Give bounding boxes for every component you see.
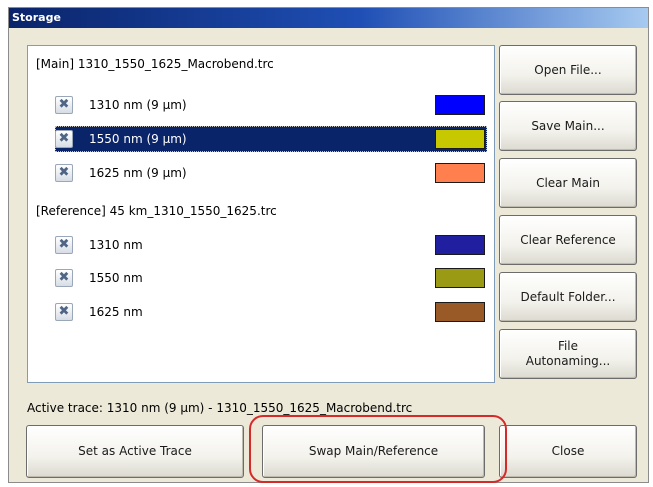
trace-color-swatch[interactable] xyxy=(435,129,485,149)
x-mark-icon[interactable]: ✖ xyxy=(55,130,73,148)
main-file-header: [Main] 1310_1550_1625_Macrobend.trc xyxy=(36,57,274,71)
reference-file-header: [Reference] 45 km_1310_1550_1625.trc xyxy=(36,204,277,218)
trace-color-swatch[interactable] xyxy=(435,95,485,115)
x-mark-icon[interactable]: ✖ xyxy=(55,164,73,182)
trace-label: 1550 nm (9 µm) xyxy=(89,132,187,146)
default-folder-button[interactable]: Default Folder... xyxy=(499,272,637,322)
main-trace-row[interactable]: ✖ 1550 nm (9 µm) xyxy=(55,126,487,152)
reference-trace-row[interactable]: ✖ 1550 nm xyxy=(55,265,487,291)
trace-list[interactable]: [Main] 1310_1550_1625_Macrobend.trc ✖ 13… xyxy=(27,45,495,383)
clear-reference-button[interactable]: Clear Reference xyxy=(499,215,637,265)
trace-label: 1625 nm xyxy=(89,305,143,319)
x-mark-icon[interactable]: ✖ xyxy=(55,269,73,287)
clear-main-button[interactable]: Clear Main xyxy=(499,158,637,208)
active-trace-status: Active trace: 1310 nm (9 µm) - 1310_1550… xyxy=(27,401,413,415)
trace-color-swatch[interactable] xyxy=(435,163,485,183)
trace-label: 1550 nm xyxy=(89,271,143,285)
file-autonaming-button[interactable]: File Autonaming... xyxy=(499,329,637,379)
trace-color-swatch[interactable] xyxy=(435,268,485,288)
close-button[interactable]: Close xyxy=(499,425,637,478)
swap-main-reference-button[interactable]: Swap Main/Reference xyxy=(262,425,485,478)
reference-trace-row[interactable]: ✖ 1310 nm xyxy=(55,232,487,258)
x-mark-icon[interactable]: ✖ xyxy=(55,303,73,321)
trace-label: 1625 nm (9 µm) xyxy=(89,166,187,180)
storage-dialog: Storage [Main] 1310_1550_1625_Macrobend.… xyxy=(8,7,649,483)
reference-trace-row[interactable]: ✖ 1625 nm xyxy=(55,299,487,325)
main-trace-row[interactable]: ✖ 1625 nm (9 µm) xyxy=(55,160,487,186)
trace-color-swatch[interactable] xyxy=(435,235,485,255)
dialog-title: Storage xyxy=(9,8,648,28)
main-trace-row[interactable]: ✖ 1310 nm (9 µm) xyxy=(55,92,487,118)
save-main-button[interactable]: Save Main... xyxy=(499,101,637,151)
trace-label: 1310 nm xyxy=(89,238,143,252)
x-mark-icon[interactable]: ✖ xyxy=(55,96,73,114)
trace-color-swatch[interactable] xyxy=(435,302,485,322)
trace-label: 1310 nm (9 µm) xyxy=(89,98,187,112)
set-active-trace-button[interactable]: Set as Active Trace xyxy=(26,425,244,478)
x-mark-icon[interactable]: ✖ xyxy=(55,236,73,254)
open-file-button[interactable]: Open File... xyxy=(499,45,637,95)
